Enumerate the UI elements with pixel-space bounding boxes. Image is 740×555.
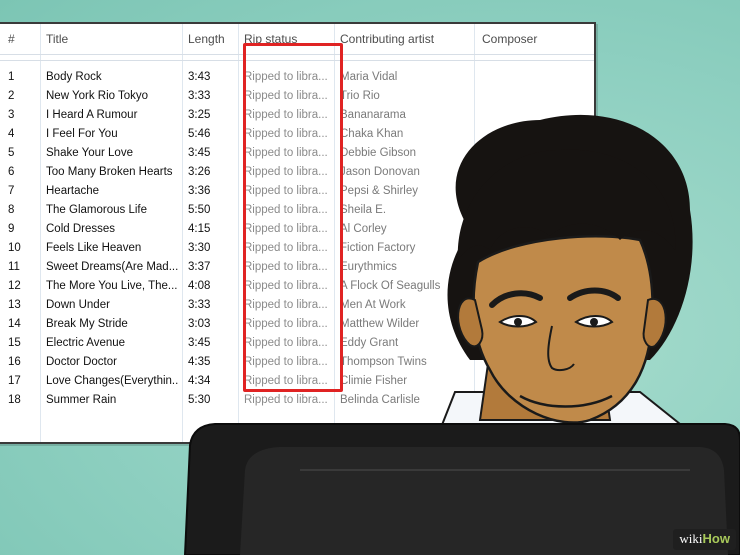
person-illustration: [183, 114, 740, 555]
wikihow-logo: wikiHow: [673, 529, 736, 550]
